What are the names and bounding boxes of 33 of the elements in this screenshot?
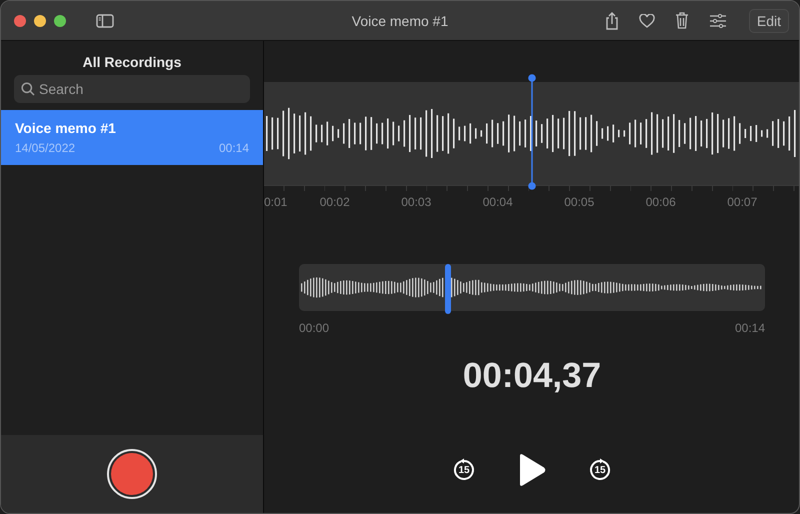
window-title: Voice memo #1 <box>352 12 448 28</box>
ruler-label: 00:05 <box>563 194 596 211</box>
sidebar-toggle-icon[interactable] <box>96 14 114 28</box>
playhead[interactable] <box>527 74 537 190</box>
record-button[interactable] <box>107 449 157 499</box>
sidebar-heading: All Recordings <box>82 53 182 72</box>
skip-forward-button[interactable]: 15 <box>588 458 612 482</box>
recording-date: 14/05/2022 <box>15 141 76 155</box>
zoom-button[interactable] <box>54 14 66 26</box>
close-button[interactable] <box>14 14 26 26</box>
skip-back-button[interactable]: 15 <box>452 458 476 482</box>
ruler-label: 00:06 <box>644 194 677 211</box>
ruler-label: 0:01 <box>264 194 288 211</box>
scrubber-handle[interactable] <box>445 264 452 314</box>
search-field[interactable]: Search <box>14 75 250 103</box>
ruler-label: 00:02 <box>318 194 351 211</box>
ruler-label: 00:07 <box>726 194 758 211</box>
ruler-label: 00:03 <box>400 194 432 211</box>
trash-icon[interactable] <box>674 12 689 29</box>
recording-duration: 00:14 <box>218 141 249 155</box>
overview-waveform-track[interactable] <box>299 264 765 311</box>
current-time: 00:04,37 <box>462 356 602 396</box>
edit-button[interactable]: Edit <box>748 8 789 32</box>
heart-icon[interactable] <box>638 14 655 28</box>
minimize-button[interactable] <box>34 14 46 26</box>
start-time: 00:00 <box>299 321 330 335</box>
recording-title: Voice memo #1 <box>15 120 117 136</box>
recording-item[interactable]: Voice memo #1 14/05/2022 00:14 <box>1 110 263 165</box>
sliders-icon[interactable] <box>708 14 727 28</box>
ruler-label: 00:04 <box>482 194 514 211</box>
end-time: 00:14 <box>734 321 765 335</box>
play-button[interactable] <box>517 453 547 487</box>
share-icon[interactable] <box>604 12 619 30</box>
